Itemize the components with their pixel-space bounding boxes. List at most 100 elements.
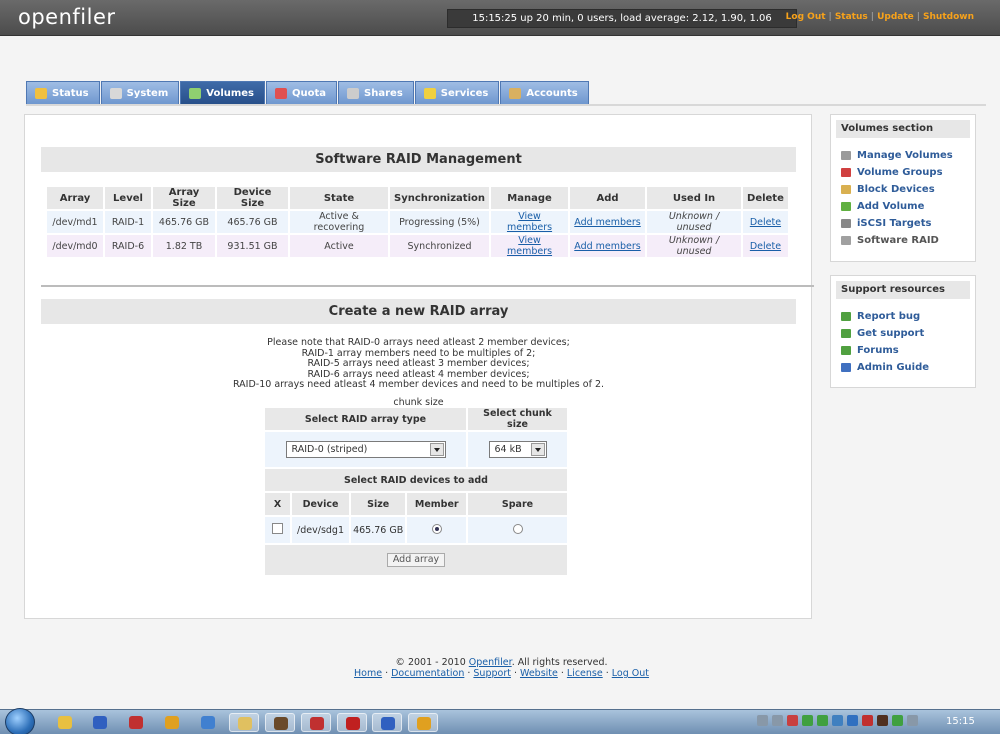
user-app-icon[interactable] <box>265 713 295 732</box>
chrome2-app-icon[interactable] <box>408 713 438 732</box>
raid-devices-header: Select RAID devices to add <box>265 469 567 491</box>
forums-icon <box>841 346 851 355</box>
delete-link[interactable]: Delete <box>750 241 781 252</box>
tab-services[interactable]: Services <box>414 81 500 104</box>
col-device-size: Device Size <box>217 187 288 209</box>
tray-icon[interactable] <box>877 715 888 726</box>
accounts-icon <box>509 87 522 99</box>
col-used-in: Used In <box>647 187 742 209</box>
col-member: Member <box>407 493 466 515</box>
explorer-glyph-icon <box>238 717 252 730</box>
sidebar-item-block-devices[interactable]: Block Devices <box>841 181 975 198</box>
tray-icon[interactable] <box>892 715 903 726</box>
top-links: Log Out | Status | Update | Shutdown <box>785 12 974 22</box>
top-header: openfiler 15:15:25 up 20 min, 0 users, l… <box>0 0 1000 36</box>
footer-website-link[interactable]: Website <box>520 668 558 679</box>
member-radio[interactable] <box>431 523 442 534</box>
tray-icon[interactable] <box>907 715 918 726</box>
tray-icon[interactable] <box>817 715 828 726</box>
status-link[interactable]: Status <box>835 12 868 22</box>
openfiler-link[interactable]: Openfiler <box>469 657 512 668</box>
tray-icon[interactable] <box>862 715 873 726</box>
user-glyph-icon <box>274 717 288 730</box>
tool2-app-icon[interactable] <box>372 713 402 732</box>
view-members-link[interactable]: View members <box>507 235 552 257</box>
folder-app-icon[interactable] <box>50 713 80 732</box>
array-state: Active & recovering <box>290 211 388 233</box>
tab-volumes[interactable]: Volumes <box>180 81 266 104</box>
delete-link[interactable]: Delete <box>750 217 781 228</box>
table-row: /dev/md1 RAID-1 465.76 GB 465.76 GB Acti… <box>47 211 788 233</box>
shares-icon <box>347 87 360 99</box>
sidebar-item-add-volume[interactable]: Add Volume <box>841 198 975 215</box>
mail2-app-icon[interactable] <box>301 713 331 732</box>
tab-shares[interactable]: Shares <box>338 81 414 104</box>
pdf-app-icon[interactable] <box>337 713 367 732</box>
logout-link[interactable]: Log Out <box>786 12 826 22</box>
tray-icon[interactable] <box>832 715 843 726</box>
tab-accounts[interactable]: Accounts <box>500 81 589 104</box>
sidebar-item-get-support[interactable]: Get support <box>841 325 975 342</box>
view-members-link[interactable]: View members <box>507 211 552 233</box>
table-header-row: Array Level Array Size Device Size State… <box>47 187 788 209</box>
taskbar-clock[interactable]: 15:15 <box>946 716 975 727</box>
system-tray <box>757 715 918 730</box>
array-size: 1.82 TB <box>153 235 215 257</box>
tray-icon[interactable] <box>802 715 813 726</box>
tool-app-icon[interactable] <box>85 713 115 732</box>
services-icon <box>423 87 436 99</box>
array-state: Active <box>290 235 388 257</box>
start-button[interactable] <box>5 708 35 734</box>
mail-app-icon[interactable] <box>121 713 151 732</box>
iscsi-targets-icon <box>841 219 851 228</box>
footer-logout-link[interactable]: Log Out <box>612 668 649 679</box>
chunk-size-select[interactable]: 64 kB <box>488 441 547 458</box>
footer-home-link[interactable]: Home <box>354 668 382 679</box>
footer-documentation-link[interactable]: Documentation <box>391 668 464 679</box>
note-line: RAID-10 arrays need atleast 4 member dev… <box>232 379 605 390</box>
add-members-link[interactable]: Add members <box>574 241 641 252</box>
footer-license-link[interactable]: License <box>567 668 603 679</box>
chrome-app-icon[interactable] <box>157 713 187 732</box>
raid-management-title: Software RAID Management <box>41 147 796 172</box>
array-name: /dev/md1 <box>47 211 103 233</box>
tab-system[interactable]: System <box>100 81 180 104</box>
tab-status[interactable]: Status <box>26 81 100 104</box>
sidebar-item-report-bug[interactable]: Report bug <box>841 308 975 325</box>
network-app-icon[interactable] <box>193 713 223 732</box>
explorer-app-icon[interactable] <box>229 713 259 732</box>
used-in: Unknown / unused <box>647 235 742 257</box>
footer-support-link[interactable]: Support <box>473 668 511 679</box>
sidebar-item-manage-volumes[interactable]: Manage Volumes <box>841 147 975 164</box>
sidebar-item-software-raid[interactable]: Software RAID <box>841 232 975 249</box>
volumes-icon <box>189 87 202 99</box>
raid-type-select[interactable]: RAID-0 (striped) <box>285 441 446 458</box>
sidebar-item-volume-groups[interactable]: Volume Groups <box>841 164 975 181</box>
add-array-button[interactable]: Add array <box>386 553 446 567</box>
tray-icon[interactable] <box>772 715 783 726</box>
network-glyph-icon <box>201 716 215 729</box>
device-size: 931.51 GB <box>217 235 288 257</box>
device-checkbox[interactable] <box>272 523 284 534</box>
add-members-link[interactable]: Add members <box>574 217 641 228</box>
tray-icon[interactable] <box>847 715 858 726</box>
spare-radio[interactable] <box>512 523 523 534</box>
sidebar-item-forums[interactable]: Forums <box>841 342 975 359</box>
create-raid-form: Select RAID array type Select chunk size… <box>263 406 569 577</box>
volume-groups-icon <box>841 168 851 177</box>
windows-taskbar: 15:15 <box>0 708 1000 734</box>
footer-links: Home · Documentation · Support · Website · Licen… <box>354 668 649 679</box>
openfiler-logo: openfiler <box>18 5 116 29</box>
col-delete: Delete <box>743 187 788 209</box>
page-footer: © 2001 - 2010 Openfiler. All rights rese… <box>24 657 979 679</box>
sidebar-item-iscsi-targets[interactable]: iSCSI Targets <box>841 215 975 232</box>
sidebar-item-admin-guide[interactable]: Admin Guide <box>841 359 975 376</box>
col-state: State <box>290 187 388 209</box>
tab-quota[interactable]: Quota <box>266 81 338 104</box>
quota-icon <box>275 87 288 99</box>
tray-icon[interactable] <box>787 715 798 726</box>
copyright: © 2001 - 2010 Openfiler. All rights rese… <box>395 657 608 668</box>
shutdown-link[interactable]: Shutdown <box>923 12 974 22</box>
update-link[interactable]: Update <box>877 12 914 22</box>
tray-icon[interactable] <box>757 715 768 726</box>
